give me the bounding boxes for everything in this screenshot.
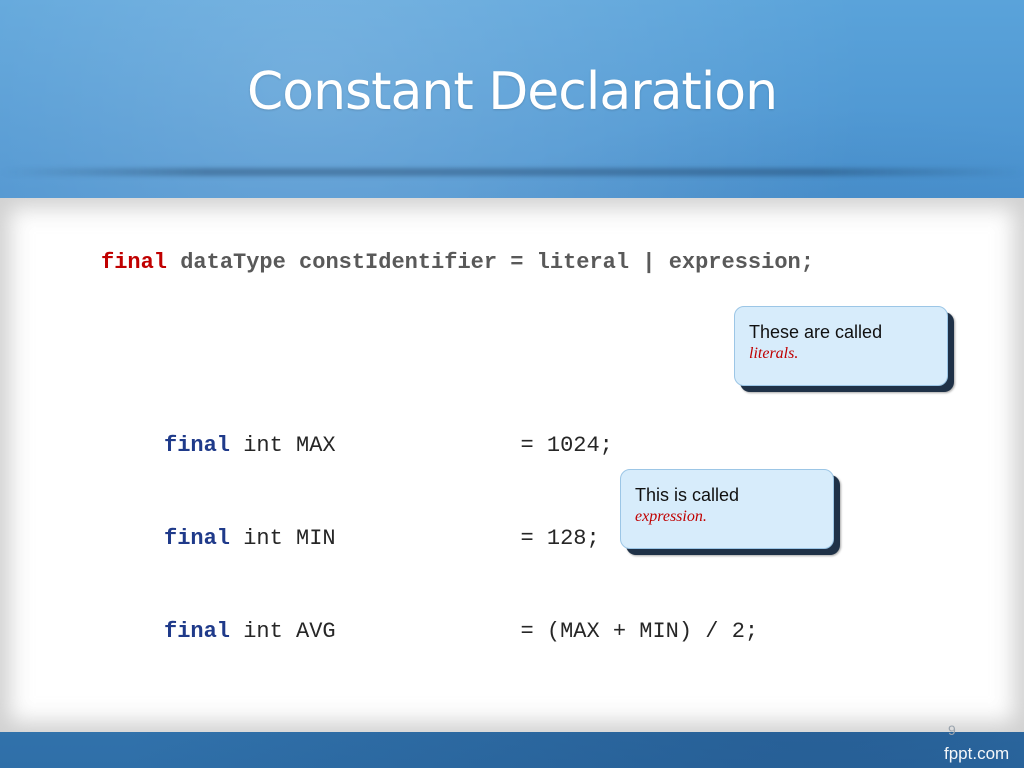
syntax-line: final dataType constIdentifier = literal… [101,250,814,275]
callout-literals: These are called literals. [734,306,948,386]
callout-text: These are called [749,322,883,342]
callout-emphasis: literals. [749,345,799,362]
code-rest: int MAX = 1024; [230,433,613,458]
code-keyword: final [164,433,231,458]
slide-title: Constant Declaration [246,62,778,122]
code-keyword: final [164,526,231,551]
callout-emphasis: expression. [635,508,707,525]
syntax-keyword: final [101,250,168,275]
syntax-rest: dataType constIdentifier = literal | exp… [167,250,814,275]
code-keyword: final [164,619,231,644]
callout-text: This is called [635,485,740,505]
watermark: fppt.com [944,744,1010,763]
title-divider [0,168,1024,176]
code-line-max: final int MAX = 1024; [164,430,758,461]
code-rest: int AVG = (MAX + MIN) / 2; [230,619,759,644]
code-rest: int MIN = 128; [230,526,600,551]
callout-expression: This is called expression. [620,469,834,549]
code-line-avg: final int AVG = (MAX + MIN) / 2; [164,616,758,647]
page-number: 9 [948,722,956,738]
